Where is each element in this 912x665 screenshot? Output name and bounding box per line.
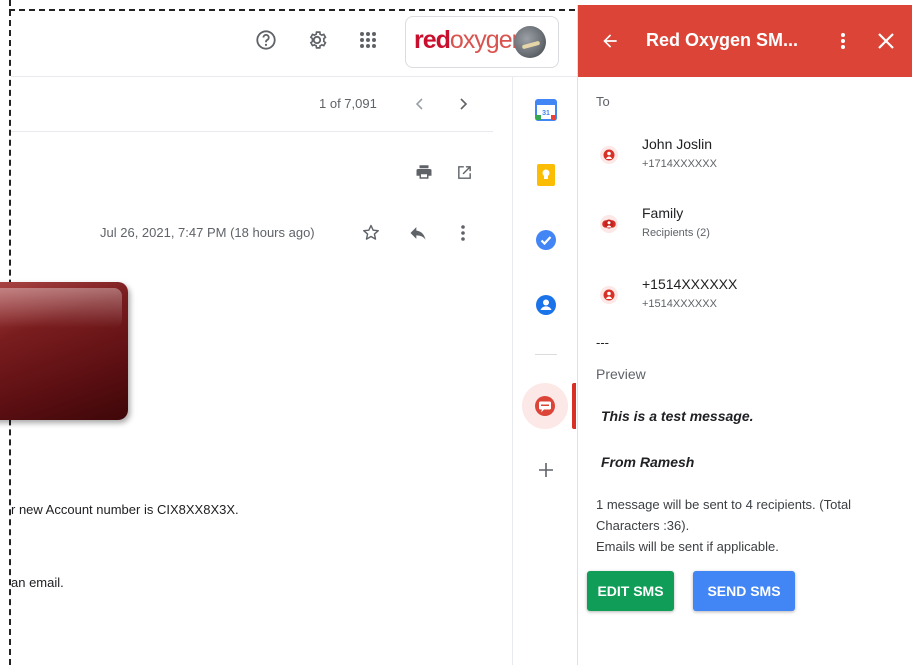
- summary-recipients-text: 1 message will be sent to 4 recipients. …: [596, 497, 852, 533]
- group-icon: [600, 215, 618, 233]
- star-icon[interactable]: [360, 222, 382, 244]
- contacts-icon[interactable]: [535, 294, 557, 316]
- dashed-frame-top: [9, 9, 575, 11]
- print-icon[interactable]: [413, 161, 435, 183]
- recipient-name: +1514XXXXXX: [642, 276, 738, 292]
- summary-emails-text: Emails will be sent if applicable.: [596, 539, 779, 554]
- send-summary: 1 message will be sent to 4 recipients. …: [596, 494, 906, 557]
- redoxygen-sms-addon-icon[interactable]: [534, 395, 556, 417]
- account-brand-button[interactable]: redoxygen: [405, 16, 559, 68]
- settings-gear-icon[interactable]: [305, 28, 329, 52]
- message-date: Jul 26, 2021, 7:47 PM (18 hours ago): [100, 225, 315, 240]
- addon-title: Red Oxygen SM...: [646, 30, 799, 50]
- recipient-number: +1514XXXXXX: [642, 298, 717, 310]
- email-body-line-2: an email.: [11, 575, 64, 590]
- preview-label: Preview: [596, 366, 646, 382]
- rail-separator: [535, 354, 557, 355]
- email-body-account-line: r new Account number is CIX8XX8X3X.: [11, 502, 239, 517]
- svg-text:31: 31: [542, 110, 550, 117]
- more-vert-icon[interactable]: [452, 222, 474, 244]
- separator-text: ---: [596, 335, 609, 350]
- recipient-number: +1714XXXXXX: [642, 158, 717, 170]
- help-icon[interactable]: [254, 28, 278, 52]
- recipient-name: John Joslin: [642, 136, 713, 152]
- avatar[interactable]: [514, 26, 546, 58]
- reply-icon[interactable]: [407, 222, 429, 244]
- email-banner-image: [0, 282, 128, 420]
- addon-header: Red Oxygen SM...: [578, 5, 912, 77]
- recipient-count: Recipients (2): [642, 227, 710, 239]
- rail-active-indicator: [572, 383, 576, 429]
- keep-icon[interactable]: [535, 164, 557, 186]
- header-divider: [11, 76, 577, 77]
- recipient-name: Family: [642, 205, 684, 221]
- newer-chevron-left-icon[interactable]: [410, 94, 430, 114]
- redoxygen-logo: redoxygen: [414, 26, 526, 54]
- recipient-item[interactable]: +1514XXXXXX +1514XXXXXX: [578, 273, 912, 323]
- preview-message: This is a test message.: [601, 408, 754, 424]
- send-sms-button[interactable]: SEND SMS: [693, 571, 795, 611]
- older-chevron-right-icon[interactable]: [453, 94, 473, 114]
- rail-divider: [512, 76, 513, 665]
- masked-account-number: X8XX8X3X: [169, 502, 236, 517]
- open-in-new-window-icon[interactable]: [453, 161, 475, 183]
- to-label: To: [596, 94, 610, 109]
- calendar-icon[interactable]: 31: [535, 99, 557, 121]
- tasks-icon[interactable]: [535, 229, 557, 251]
- addon-more-vert-icon[interactable]: [833, 29, 853, 53]
- apps-grid-icon[interactable]: [356, 28, 380, 52]
- recipient-item[interactable]: John Joslin +1714XXXXXX: [578, 133, 912, 183]
- pager-count: 1 of 7,091: [319, 96, 377, 111]
- close-icon[interactable]: [874, 29, 898, 53]
- recipient-item[interactable]: Family Recipients (2): [578, 202, 912, 252]
- toolbar-divider: [11, 131, 493, 132]
- sms-addon-panel: Red Oxygen SM... To John Joslin +1714XXX…: [577, 5, 912, 665]
- preview-sender: From Ramesh: [601, 454, 695, 470]
- get-addons-plus-icon[interactable]: [535, 459, 557, 481]
- back-arrow-icon[interactable]: [598, 29, 622, 53]
- edit-sms-button[interactable]: EDIT SMS: [587, 571, 674, 611]
- person-icon: [600, 146, 618, 164]
- person-icon: [600, 286, 618, 304]
